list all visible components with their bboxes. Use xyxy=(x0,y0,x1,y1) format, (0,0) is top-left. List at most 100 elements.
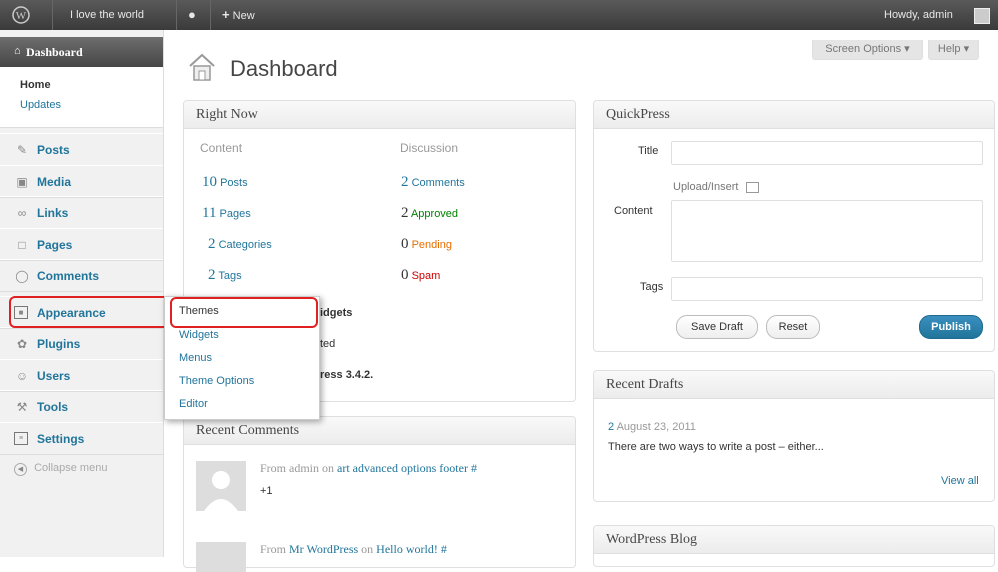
page-title: Dashboard xyxy=(230,56,338,81)
comment-1-text: +1 xyxy=(260,485,273,497)
comment-author-link[interactable]: Mr WordPress xyxy=(289,542,358,556)
sidebar-item-plugins[interactable]: ✿ Plugins xyxy=(0,327,163,360)
sidebar-item-label: Links xyxy=(37,206,69,220)
sidebar-item-label: Media xyxy=(37,175,72,189)
comments-bubble-icon[interactable]: ● xyxy=(188,0,196,30)
sidebar-item-label: Plugins xyxy=(37,337,81,351)
upload-insert-label: Upload/Insert xyxy=(673,181,739,193)
collapse-arrow-icon: ◀ xyxy=(14,463,27,476)
sidebar-item-tools[interactable]: ⚒ Tools xyxy=(0,390,163,423)
theme-partial-text: ted xyxy=(320,338,336,350)
title-label: Title xyxy=(638,145,659,157)
content-pages[interactable]: 11 Pages xyxy=(202,205,251,222)
admin-sidebar: ⌂ Dashboard Home Updates ✎ Posts ▣ Media… xyxy=(0,30,164,557)
discussion-comments[interactable]: 2 Comments xyxy=(401,174,465,191)
screen-options-button[interactable]: Screen Options ▾ xyxy=(812,40,923,60)
settings-icon: ≡ xyxy=(14,432,28,445)
recent-drafts-title: Recent Drafts xyxy=(594,371,994,399)
sidebar-item-pages[interactable]: □ Pages xyxy=(0,228,163,261)
pages-icon: □ xyxy=(18,238,26,252)
avatar xyxy=(196,461,246,511)
discussion-pending[interactable]: 0 Pending xyxy=(401,236,452,253)
content-label: Content xyxy=(614,205,653,217)
users-icon: ☺ xyxy=(15,369,29,383)
media-insert-icon[interactable] xyxy=(745,181,759,193)
howdy-admin-link[interactable]: Howdy, admin xyxy=(884,0,953,30)
quickpress-title: QuickPress xyxy=(594,101,994,129)
sidebar-item-links[interactable]: ∞ Links xyxy=(0,196,163,229)
posts-icon: ✎ xyxy=(16,143,28,157)
dashboard-submenu: Home Updates xyxy=(0,67,163,128)
content-heading: Content xyxy=(200,141,243,155)
sidebar-item-users[interactable]: ☺ Users xyxy=(0,359,163,392)
draft-link[interactable]: 2 xyxy=(608,421,614,433)
view-all-link[interactable]: View all xyxy=(941,475,979,487)
sidebar-item-label: Posts xyxy=(37,143,70,157)
svg-text:W: W xyxy=(16,10,27,22)
comments-icon: ◯ xyxy=(15,269,29,283)
comment-2: From Mr WordPress on Hello world! # xyxy=(260,542,447,556)
themes-highlight xyxy=(170,297,318,328)
admin-bar: W I love the world ● + New Howdy, admin xyxy=(0,0,998,30)
recent-comments-box: Recent Comments From admin on art advanc… xyxy=(183,416,576,572)
draft-item: 2 August 23, 2011 xyxy=(608,421,696,433)
comment-link[interactable]: art advanced options footer # xyxy=(337,461,477,475)
reset-button[interactable]: Reset xyxy=(766,315,820,339)
plugins-icon: ✿ xyxy=(16,337,28,351)
content-posts[interactable]: 10 Posts xyxy=(202,174,248,191)
sidebar-item-settings[interactable]: ≡ Settings xyxy=(0,422,163,455)
sidebar-item-label: Users xyxy=(37,369,71,383)
submenu-home[interactable]: Home xyxy=(20,79,51,91)
upload-insert[interactable]: Upload/Insert xyxy=(673,181,759,193)
collapse-menu-button[interactable]: ◀ Collapse menu xyxy=(14,462,107,476)
sidebar-dashboard-label: Dashboard xyxy=(26,45,83,59)
content-categories[interactable]: 2 Categories xyxy=(208,236,272,253)
content-textarea[interactable] xyxy=(671,200,983,262)
content-tags[interactable]: 2 Tags xyxy=(208,267,242,284)
theme-widgets-text: idgets xyxy=(320,307,353,319)
wordpress-blog-box: WordPress Blog xyxy=(593,525,995,567)
quickpress-box: QuickPress Title Upload/Insert Content T… xyxy=(593,100,995,352)
discussion-spam[interactable]: 0 Spam xyxy=(401,267,440,284)
flyout-editor[interactable]: Editor xyxy=(179,398,208,410)
help-button[interactable]: Help ▾ xyxy=(928,40,979,60)
flyout-theme-options[interactable]: Theme Options xyxy=(179,375,254,387)
new-label: New xyxy=(232,10,255,22)
discussion-approved[interactable]: 2 Approved xyxy=(401,205,458,222)
save-draft-button[interactable]: Save Draft xyxy=(676,315,758,339)
recent-drafts-box: Recent Drafts 2 August 23, 2011 There ar… xyxy=(593,370,995,502)
recent-comments-title: Recent Comments xyxy=(184,417,575,445)
avatar xyxy=(196,542,246,572)
dashboard-home-icon xyxy=(187,51,221,85)
sidebar-item-posts[interactable]: ✎ Posts xyxy=(0,133,163,166)
tools-icon: ⚒ xyxy=(16,400,28,414)
publish-button[interactable]: Publish xyxy=(919,315,983,339)
submenu-updates[interactable]: Updates xyxy=(20,99,61,111)
sidebar-item-dashboard[interactable]: ⌂ Dashboard xyxy=(0,37,163,67)
new-content-button[interactable]: + New xyxy=(222,0,255,30)
tags-input[interactable] xyxy=(671,277,983,301)
title-input[interactable] xyxy=(671,141,983,165)
plus-icon: + xyxy=(222,7,230,22)
wordpress-blog-title: WordPress Blog xyxy=(594,526,994,554)
avatar[interactable] xyxy=(974,8,990,24)
tags-label: Tags xyxy=(640,281,664,293)
version-text: ress 3.4.2. xyxy=(320,369,374,381)
sidebar-item-comments[interactable]: ◯ Comments xyxy=(0,259,163,292)
right-now-title: Right Now xyxy=(184,101,575,129)
collapse-menu-label: Collapse menu xyxy=(34,462,108,474)
flyout-widgets[interactable]: Widgets xyxy=(179,329,219,341)
comment-link[interactable]: Hello world! # xyxy=(376,542,447,556)
flyout-menus[interactable]: Menus xyxy=(179,352,212,364)
wordpress-logo-icon[interactable]: W xyxy=(12,0,34,30)
sidebar-item-label: Settings xyxy=(37,432,85,446)
comment-1: From admin on art advanced options foote… xyxy=(260,461,477,475)
sidebar-item-label: Comments xyxy=(37,269,100,283)
sidebar-item-media[interactable]: ▣ Media xyxy=(0,165,163,198)
appearance-highlight xyxy=(9,296,173,328)
discussion-heading: Discussion xyxy=(400,141,459,155)
media-icon: ▣ xyxy=(16,175,28,189)
sidebar-item-label: Pages xyxy=(37,238,73,252)
site-name-link[interactable]: I love the world xyxy=(70,0,144,30)
links-icon: ∞ xyxy=(17,206,27,220)
